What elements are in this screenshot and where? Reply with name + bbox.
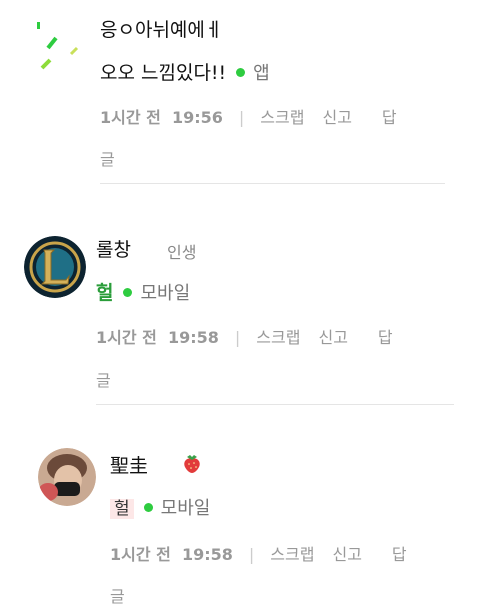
comment-text: 헐 모바일 bbox=[110, 494, 210, 520]
comment-body: 오오 느낌있다!! bbox=[100, 62, 227, 84]
comment-meta: 1시간 전 19:58 | 스크랩 신고 답 bbox=[96, 324, 393, 348]
avatar[interactable] bbox=[28, 18, 84, 74]
time-ago: 1시간 전 bbox=[100, 108, 161, 127]
user-tag: 인생 bbox=[167, 243, 197, 262]
report-link[interactable]: 신고 bbox=[318, 328, 347, 347]
comment-meta: 1시간 전 19:58 | 스크랩 신고 답 bbox=[110, 541, 407, 565]
reply-link[interactable]: 답 bbox=[378, 328, 393, 347]
meta-separator: | bbox=[238, 108, 245, 127]
report-link[interactable]: 신고 bbox=[332, 545, 361, 564]
device-label: 앱 bbox=[253, 63, 270, 84]
reply-link[interactable]: 답 bbox=[392, 545, 407, 564]
avatar[interactable] bbox=[24, 236, 86, 298]
time-ago: 1시간 전 bbox=[96, 328, 157, 347]
report-link[interactable]: 신고 bbox=[322, 108, 351, 127]
device-label: 모바일 bbox=[160, 498, 211, 519]
scrap-link[interactable]: 스크랩 bbox=[256, 328, 300, 347]
time-clock: 19:58 bbox=[167, 328, 219, 347]
device-label: 모바일 bbox=[140, 283, 191, 304]
comment-nickname[interactable]: 응ㅇ아뉘예에ㅔ bbox=[100, 15, 222, 42]
reply-link-wrap[interactable]: 글 bbox=[110, 583, 125, 607]
avatar[interactable] bbox=[38, 448, 96, 506]
divider bbox=[96, 404, 454, 405]
online-dot-icon bbox=[143, 503, 153, 512]
online-dot-icon bbox=[123, 288, 133, 297]
comment-meta: 1시간 전 19:56 | 스크랩 신고 답 bbox=[100, 104, 397, 128]
scrap-link[interactable]: 스크랩 bbox=[260, 108, 304, 127]
divider bbox=[100, 183, 445, 184]
meta-separator: | bbox=[248, 545, 255, 564]
comment-text: 오오 느낌있다!! 앱 bbox=[100, 58, 270, 85]
time-clock: 19:58 bbox=[181, 545, 233, 564]
comment-nickname[interactable]: 聖圭 bbox=[110, 451, 148, 478]
confetti-avatar-icon bbox=[37, 22, 79, 70]
reply-link-wrap[interactable]: 글 bbox=[100, 146, 115, 170]
meta-separator: | bbox=[234, 328, 241, 347]
scrap-link[interactable]: 스크랩 bbox=[270, 545, 314, 564]
comment-text: 헐 모바일 bbox=[96, 278, 190, 305]
online-dot-icon bbox=[236, 68, 246, 77]
reply-link[interactable]: 답 bbox=[382, 108, 397, 127]
comment-nickname[interactable]: 롤창 bbox=[96, 235, 131, 262]
user-photo-icon bbox=[38, 448, 96, 506]
lol-logo-icon bbox=[24, 236, 86, 298]
reply-link-wrap[interactable]: 글 bbox=[96, 367, 111, 391]
time-clock: 19:56 bbox=[171, 108, 223, 127]
comment-body: 헐 bbox=[96, 282, 114, 304]
strawberry-icon bbox=[181, 452, 203, 474]
comment-body: 헐 bbox=[110, 499, 134, 519]
time-ago: 1시간 전 bbox=[110, 545, 171, 564]
